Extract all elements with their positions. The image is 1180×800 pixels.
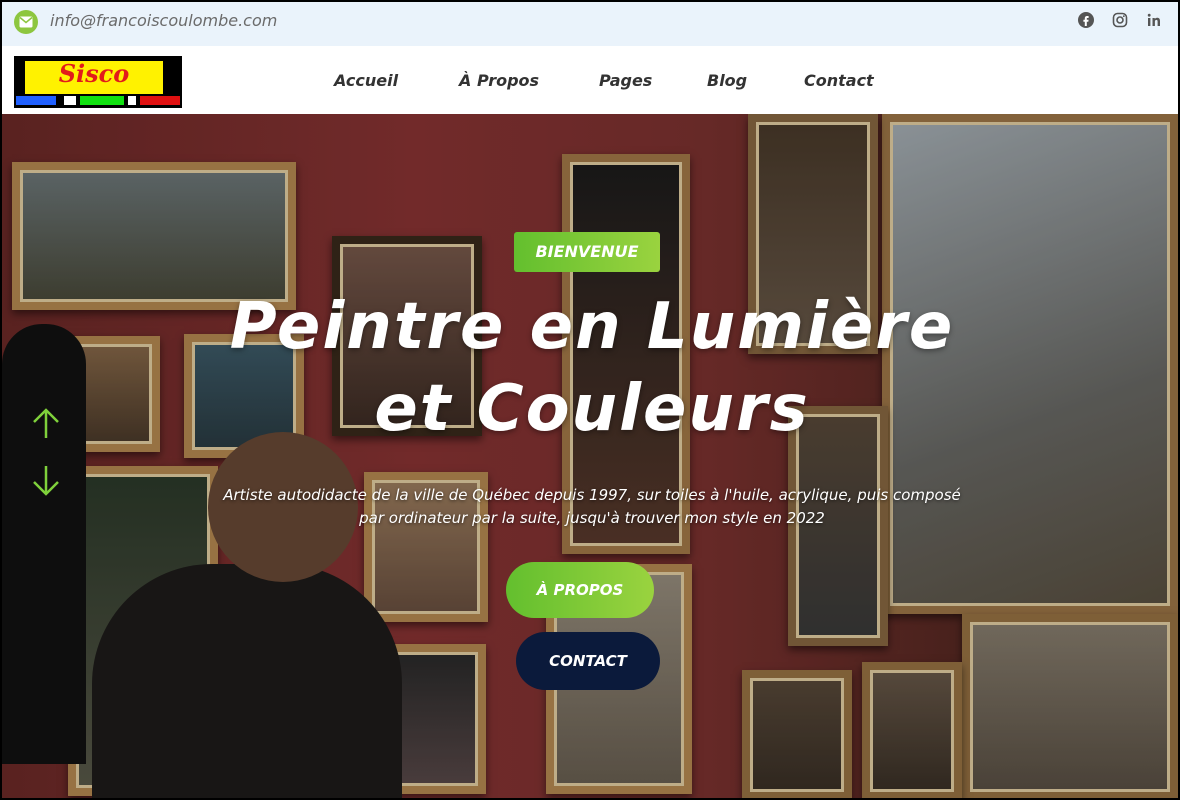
logo-band-white (128, 96, 136, 105)
logo-band-red (140, 96, 180, 105)
hero-overlay (2, 114, 1178, 798)
hero-subtitle: Artiste autodidacte de la ville de Québe… (152, 484, 1032, 530)
mail-icon (14, 10, 38, 34)
nav-item-pages[interactable]: Pages (599, 71, 652, 90)
email-link[interactable]: info@francoiscoulombe.com (50, 11, 277, 30)
logo-band-white (64, 96, 76, 105)
hero-subtitle-line1: Artiste autodidacte de la ville de Québe… (223, 486, 961, 504)
logo-band-blue (16, 96, 56, 105)
arrow-up-icon[interactable] (28, 406, 64, 442)
nav-item-blog[interactable]: Blog (707, 71, 747, 90)
hero-title: Peintre en Lumière et Couleurs (152, 286, 1032, 450)
nav-item-accueil[interactable]: Accueil (334, 71, 398, 90)
logo-text: Sisco (58, 59, 130, 88)
contact-button[interactable]: CONTACT (516, 632, 660, 690)
logo-band-green (80, 96, 124, 105)
hero-title-line2: et Couleurs (374, 372, 810, 446)
nav-item-contact[interactable]: Contact (804, 71, 874, 90)
top-info-bar: info@francoiscoulombe.com (2, 2, 1178, 46)
nav-item-a-propos[interactable]: À Propos (459, 71, 539, 90)
about-button[interactable]: À PROPOS (506, 562, 654, 618)
arrow-down-icon[interactable] (28, 462, 64, 498)
main-navbar: Sisco Accueil À Propos Pages Blog Contac… (2, 46, 1178, 114)
welcome-badge: BIENVENUE (514, 232, 660, 272)
facebook-icon[interactable] (1077, 12, 1095, 30)
hero-subtitle-line2: par ordinateur par la suite, jusqu'à tro… (359, 509, 825, 527)
site-logo[interactable]: Sisco (14, 56, 182, 108)
hero-title-line1: Peintre en Lumière (229, 290, 955, 364)
instagram-icon[interactable] (1111, 12, 1129, 30)
linkedin-icon[interactable] (1145, 12, 1163, 30)
hero-section: BIENVENUE Peintre en Lumière et Couleurs… (2, 114, 1178, 798)
page-frame: info@francoiscoulombe.com Sisco Accueil … (0, 0, 1180, 800)
